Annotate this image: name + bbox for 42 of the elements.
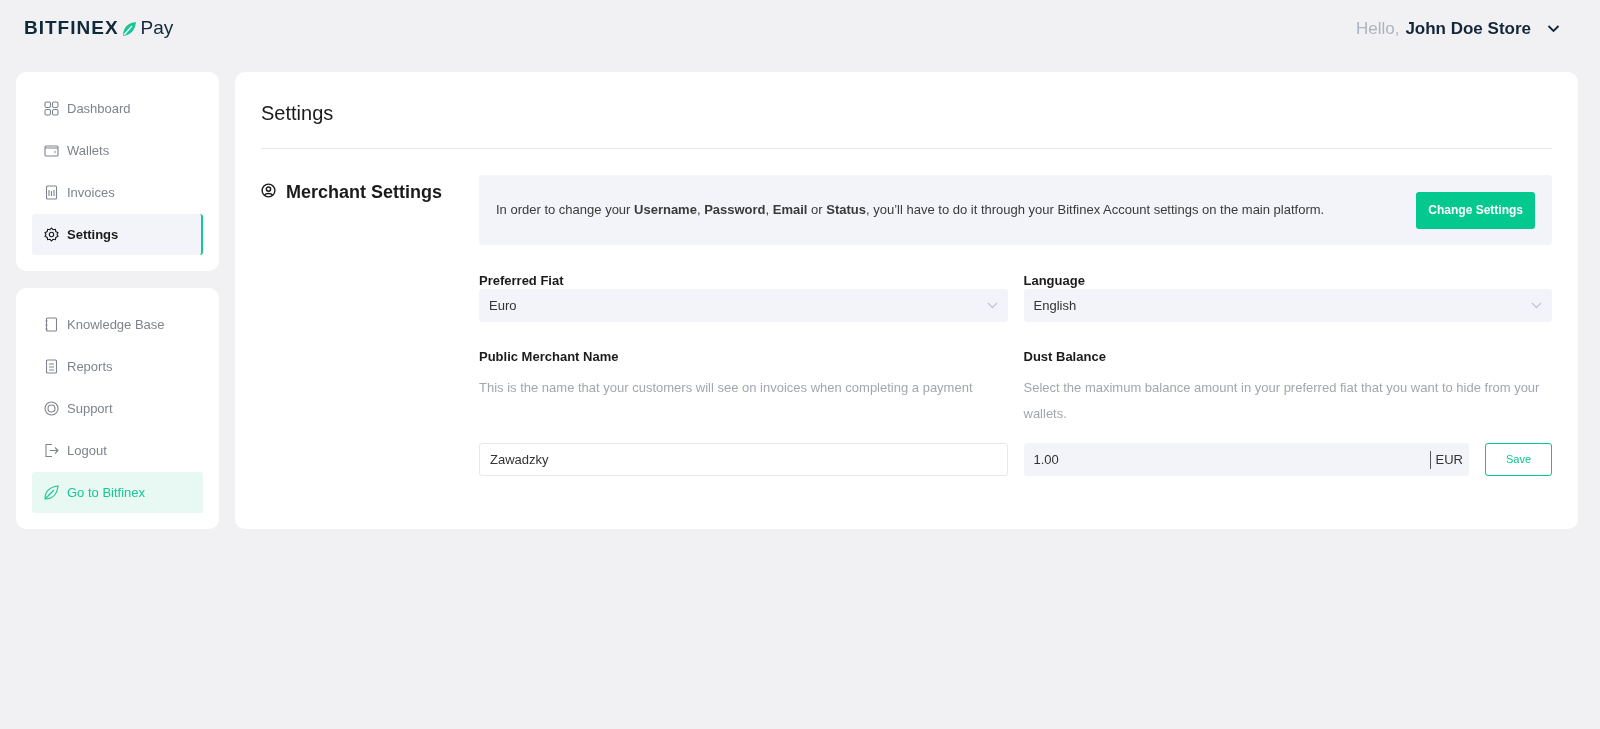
field-description: This is the name that your customers will see on invoices when completing a payment (479, 379, 974, 397)
leaf-icon (44, 485, 59, 500)
section-title: Merchant Settings (286, 181, 443, 204)
language-dropdown[interactable]: English (1023, 289, 1552, 322)
save-button[interactable]: Save (1485, 443, 1552, 476)
logo-product: Pay (140, 16, 174, 41)
logo-wordmark: BITFINEX (24, 16, 119, 41)
lifebuoy-icon (44, 401, 59, 416)
sidebar-item[interactable]: Wallets (32, 130, 203, 171)
sidebar-item[interactable]: Settings (32, 214, 203, 255)
document-icon (44, 359, 59, 374)
chevron-down-icon (1531, 302, 1542, 309)
logout-icon (44, 443, 59, 458)
sidebar-item[interactable]: Reports (32, 346, 203, 387)
document-icon (44, 185, 59, 200)
sidebar-item[interactable]: Dashboard (32, 88, 203, 129)
grid-icon (44, 101, 59, 116)
sidebar-item[interactable]: Support (32, 388, 203, 429)
sidebar-item[interactable]: Knowledge Base (32, 304, 203, 345)
sidebar-item[interactable]: Logout (32, 430, 203, 471)
currency-unit: EUR (1429, 450, 1463, 469)
field-label: Dust Balance (1023, 348, 1107, 363)
wallet-icon (44, 143, 59, 158)
field-label: Preferred Fiat (479, 272, 565, 287)
field-label: Public Merchant Name (479, 348, 620, 363)
dust-balance-field[interactable]: 1.00 (1023, 443, 1430, 476)
leaf-icon (120, 20, 137, 37)
field-label: Language (1023, 272, 1086, 287)
user-circle-icon (261, 183, 276, 198)
page-title: Settings (261, 98, 1552, 149)
merchant-name-field[interactable]: Zawadzky (479, 443, 1008, 476)
greeting: Hello, (1355, 17, 1400, 40)
chevron-down-icon (986, 302, 998, 309)
settings-icon (44, 227, 59, 242)
notice-text: In order to change your Username, Password, Email or Status, you’ll have to do it through your Bitfinex Account settings on the main platform. (496, 201, 1325, 220)
user-name: John Doe Store (1405, 17, 1531, 40)
notebook-icon (44, 317, 59, 332)
field-description: Select the maximum balance amount in your preferred fiat that you want to hide from your wallets. (1023, 379, 1541, 423)
chevron-down-icon[interactable] (1547, 24, 1560, 33)
sidebar-item[interactable]: Invoices (32, 172, 203, 213)
change-settings-button[interactable]: Change Settings (1416, 191, 1535, 229)
fiat-dropdown[interactable]: Euro (479, 289, 1008, 322)
